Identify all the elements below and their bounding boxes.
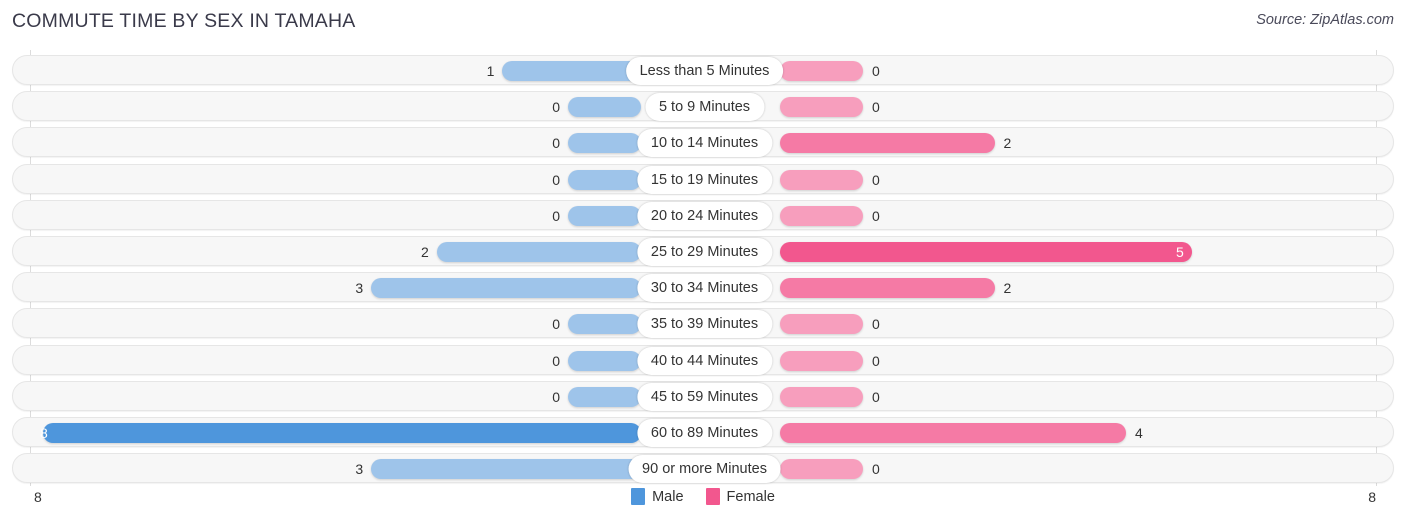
source-attribution: Source: ZipAtlas.com [1256,12,1394,28]
value-label-male: 2 [420,244,429,260]
value-label-female: 0 [872,207,880,224]
chart-plot-area: 1 0 Less than 5 Minutes 0 0 5 to 9 Minutes 0 2 1… [0,50,1406,486]
value-label-female: 4 [1135,425,1143,441]
legend-item-female[interactable]: Female [705,488,775,505]
value-label-female: 0 [872,352,880,369]
bar-female [780,133,995,154]
value-label-female: 0 [872,388,880,405]
category-label: 5 to 9 Minutes [644,93,765,122]
value-label-female: 0 [872,99,880,116]
value-label-male: 3 [355,461,364,478]
bar-female [780,205,863,226]
bar-male [568,133,641,154]
bar-male [568,97,641,118]
table-row: 3 2 30 to 34 Minutes [12,272,1394,303]
table-row: 0 0 20 to 24 Minutes [12,199,1394,230]
bar-female [780,169,863,190]
category-label: 60 to 89 Minutes [636,419,773,447]
bar-female [780,97,863,118]
bar-male [43,423,641,443]
value-label-male: 8 [40,425,48,441]
table-row: 8 4 60 to 89 Minutes [12,417,1394,447]
table-row: 0 0 35 to 39 Minutes [12,308,1394,339]
category-label: 30 to 34 Minutes [636,274,773,303]
category-label: 45 to 59 Minutes [636,382,773,411]
bar-female [780,423,1126,443]
bar-male [502,61,641,81]
value-label-female: 0 [872,171,880,188]
value-label-male: 0 [552,207,560,224]
chart-legend: Male Female [0,488,1406,505]
value-label-male: 0 [552,171,560,188]
category-label: 15 to 19 Minutes [636,165,773,194]
category-label: 10 to 14 Minutes [636,129,773,158]
bar-female [780,386,863,407]
category-label: Less than 5 Minutes [625,57,784,85]
bar-male [436,242,641,262]
legend-swatch-icon [705,488,720,505]
table-row: 0 0 40 to 44 Minutes [12,344,1394,375]
category-label: 40 to 44 Minutes [636,346,773,375]
table-row: 0 0 5 to 9 Minutes [12,91,1394,122]
legend-item-male[interactable]: Male [631,488,684,505]
bar-female [780,459,863,480]
bar-male [371,278,641,299]
category-label: 90 or more Minutes [628,455,781,484]
table-row: 2 5 25 to 29 Minutes [12,236,1394,266]
value-label-female: 2 [1003,135,1012,152]
table-row: 0 0 45 to 59 Minutes [12,380,1394,411]
table-row: 0 2 10 to 14 Minutes [12,127,1394,158]
value-label-male: 0 [552,316,560,333]
bar-male [371,459,641,480]
table-row: 1 0 Less than 5 Minutes [12,55,1394,85]
value-label-male: 3 [355,280,364,297]
table-row: 0 0 15 to 19 Minutes [12,163,1394,194]
page-title: COMMUTE TIME BY SEX IN TAMAHA [12,10,356,32]
value-label-male: 0 [552,99,560,116]
value-label-female: 0 [872,63,880,79]
bar-male [568,386,641,407]
category-label: 20 to 24 Minutes [636,201,773,230]
value-label-female: 5 [1175,244,1184,260]
legend-label: Male [652,488,684,505]
bar-male [568,314,641,335]
value-label-female: 2 [1003,280,1012,297]
legend-swatch-icon [631,488,646,505]
category-label: 25 to 29 Minutes [636,238,773,266]
value-label-female: 0 [872,461,880,478]
table-row: 3 0 90 or more Minutes [12,453,1394,484]
value-label-male: 0 [552,352,560,369]
chart-header: COMMUTE TIME BY SEX IN TAMAHA Source: Zi… [0,0,1406,44]
bar-female [780,242,1192,262]
bar-female [780,314,863,335]
value-label-male: 1 [486,63,495,79]
bar-female [780,350,863,371]
category-label: 35 to 39 Minutes [636,310,773,339]
chart-footer: 8 8 Male Female [0,486,1406,523]
bar-male [568,169,641,190]
bar-male [568,205,641,226]
value-label-male: 0 [552,388,560,405]
legend-label: Female [726,488,775,505]
bar-female [780,278,995,299]
value-label-female: 0 [872,316,880,333]
bar-male [568,350,641,371]
value-label-male: 0 [552,135,560,152]
bar-female [780,61,863,81]
